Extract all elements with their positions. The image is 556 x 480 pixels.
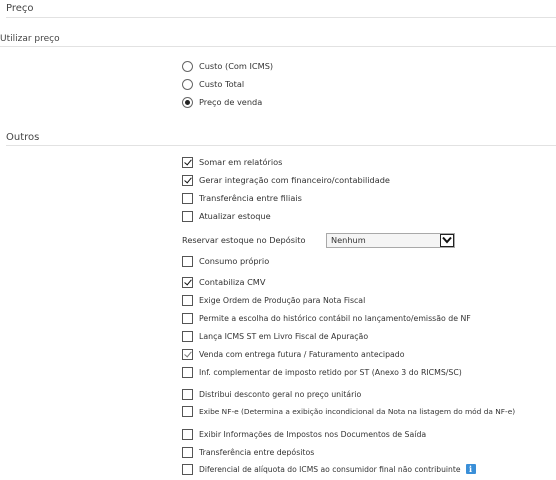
checkbox-transferencia-filiais[interactable]: Transferência entre filiais: [182, 191, 302, 205]
radio-button[interactable]: [182, 60, 193, 72]
reservar-estoque-row: Reservar estoque no Depósito Nenhum: [182, 232, 455, 248]
checkbox[interactable]: [182, 312, 193, 324]
checkbox-inf-complementar[interactable]: Inf. complementar de imposto retido por …: [182, 365, 462, 379]
checkbox-diferencial-aliquota[interactable]: Diferencial de alíquota do ICMS ao consu…: [182, 462, 476, 476]
section-title-utilizar-preco: Utilizar preço: [0, 34, 60, 44]
radio-label: Custo Total: [199, 79, 245, 89]
divider: [6, 17, 556, 18]
checkbox-transferencia-depositos[interactable]: Transferência entre depósitos: [182, 445, 314, 459]
checkbox[interactable]: [182, 294, 193, 306]
chevron-down-icon[interactable]: [440, 233, 454, 247]
checkbox-label: Atualizar estoque: [199, 211, 271, 221]
checkbox-label: Lança ICMS ST em Livro Fiscal de Apuraçã…: [199, 331, 369, 341]
checkbox-label: Gerar integração com financeiro/contabil…: [199, 175, 390, 185]
select-value: Nenhum: [331, 235, 366, 245]
checkbox-contabiliza-cmv[interactable]: Contabiliza CMV: [182, 275, 265, 289]
checkbox[interactable]: [182, 330, 193, 342]
checkbox[interactable]: [182, 174, 193, 186]
checkbox[interactable]: [182, 255, 193, 267]
checkbox-label: Permite a escolha do histórico contábil …: [199, 313, 471, 323]
checkbox[interactable]: [182, 463, 193, 475]
checkbox-exibe-nfe[interactable]: Exibe NF-e (Determina a exibição incondi…: [182, 404, 515, 418]
radio-preco-de-venda[interactable]: Preço de venda: [182, 95, 262, 109]
checkbox-label: Consumo próprio: [199, 256, 270, 266]
checkbox[interactable]: [182, 446, 193, 458]
divider: [6, 145, 556, 146]
checkbox-consumo-proprio[interactable]: Consumo próprio: [182, 254, 269, 268]
checkbox-venda-entrega-futura[interactable]: Venda com entrega futura / Faturamento a…: [182, 347, 405, 361]
checkbox[interactable]: [182, 156, 193, 168]
checkbox-exige-ordem[interactable]: Exige Ordem de Produção para Nota Fiscal: [182, 293, 365, 307]
checkbox-label: Exige Ordem de Produção para Nota Fiscal: [199, 295, 366, 305]
info-icon[interactable]: i: [465, 464, 476, 474]
checkbox-lanca-icms[interactable]: Lança ICMS ST em Livro Fiscal de Apuraçã…: [182, 329, 368, 343]
checkbox-label: Exibir Informações de Impostos nos Docum…: [199, 429, 427, 439]
checkbox-somar-relatorios[interactable]: Somar em relatórios: [182, 155, 282, 169]
checkbox[interactable]: [182, 276, 193, 288]
checkbox[interactable]: [182, 192, 193, 204]
divider: [0, 46, 556, 47]
checkbox-atualizar-estoque[interactable]: Atualizar estoque: [182, 209, 271, 223]
section-title-preco: Preço: [6, 3, 34, 14]
radio-label: Preço de venda: [199, 97, 263, 107]
checkbox[interactable]: [182, 210, 193, 222]
deposito-select[interactable]: Nenhum: [326, 232, 455, 248]
checkbox-label: Transferência entre filiais: [199, 193, 302, 203]
reservar-estoque-label: Reservar estoque no Depósito: [182, 235, 306, 245]
checkbox-label: Distribui desconto geral no preço unitár…: [199, 389, 362, 399]
checkbox-label: Transferência entre depósitos: [199, 447, 315, 457]
radio-button[interactable]: [182, 78, 193, 90]
checkbox-exibir-informacoes[interactable]: Exibir Informações de Impostos nos Docum…: [182, 427, 426, 441]
radio-custo-total[interactable]: Custo Total: [182, 77, 244, 91]
radio-custo-com-icms[interactable]: Custo (Com ICMS): [182, 59, 273, 73]
checkbox-label: Somar em relatórios: [199, 157, 283, 167]
checkbox[interactable]: [182, 348, 193, 360]
checkbox[interactable]: [182, 388, 193, 400]
checkbox-label: Exibe NF-e (Determina a exibição incondi…: [199, 406, 516, 416]
radio-button-selected[interactable]: [182, 96, 193, 108]
checkbox-label: Venda com entrega futura / Faturamento a…: [199, 349, 405, 359]
checkbox[interactable]: [182, 366, 193, 378]
checkbox[interactable]: [182, 405, 193, 417]
section-title-outros: Outros: [6, 132, 40, 143]
radio-label: Custo (Com ICMS): [199, 61, 274, 71]
checkbox-label: Inf. complementar de imposto retido por …: [199, 367, 462, 377]
checkbox-label: Diferencial de alíquota do ICMS ao consu…: [199, 464, 461, 474]
checkbox-distribui-desconto[interactable]: Distribui desconto geral no preço unitár…: [182, 387, 361, 401]
checkbox-gerar-integracao[interactable]: Gerar integração com financeiro/contabil…: [182, 173, 390, 187]
checkbox-permite-historico[interactable]: Permite a escolha do histórico contábil …: [182, 311, 471, 325]
checkbox-label: Contabiliza CMV: [199, 277, 266, 287]
checkbox[interactable]: [182, 428, 193, 440]
